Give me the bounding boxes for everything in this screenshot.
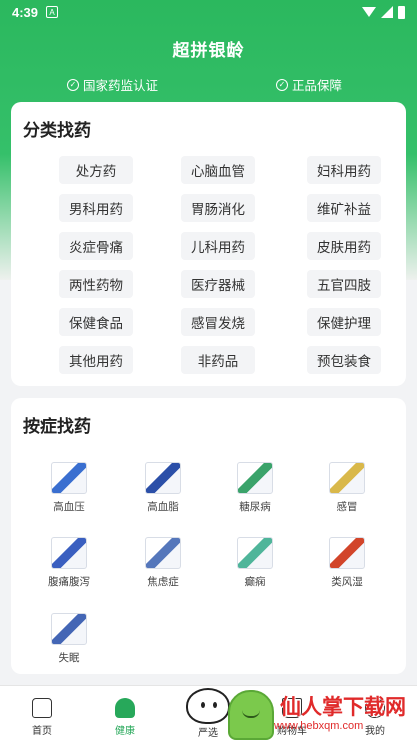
symptom-label: 糖尿病	[239, 501, 271, 513]
category-button[interactable]: 炎症骨痛	[59, 232, 133, 260]
category-button[interactable]: 预包装食	[307, 346, 381, 374]
health-icon	[115, 698, 135, 718]
mascot-icon[interactable]	[186, 688, 230, 724]
category-button[interactable]: 处方药	[59, 156, 133, 184]
category-button[interactable]: 男科用药	[59, 194, 133, 222]
page-title: 超拼银龄	[172, 41, 245, 60]
symptom-item[interactable]: 糖尿病	[218, 462, 292, 514]
nav-health[interactable]: 健康	[95, 690, 155, 737]
medicine-box-icon	[51, 613, 87, 645]
category-button[interactable]: 其他用药	[59, 346, 133, 374]
symptom-item[interactable]: 类风湿	[310, 537, 384, 589]
watermark-text: 仙人掌下载网	[280, 696, 406, 720]
cactus-logo-icon	[228, 689, 274, 740]
symptom-label: 癫痫	[244, 576, 266, 588]
check-circle-icon: ✓	[67, 78, 79, 91]
category-button[interactable]: 维矿补益	[307, 194, 381, 222]
watermark: 仙人掌下载网 www.hebxqm.com	[228, 688, 417, 741]
badge-label: 正品保障	[292, 79, 343, 93]
check-circle-icon: ✓	[276, 78, 288, 91]
category-button[interactable]: 儿科用药	[181, 232, 255, 260]
badge-genuine: ✓ 正品保障	[276, 75, 342, 94]
nav-home[interactable]: 首页	[12, 690, 72, 737]
category-section-title: 分类找药	[23, 121, 91, 140]
category-button[interactable]: 两性药物	[59, 270, 133, 298]
symptom-section-title: 按症找药	[23, 417, 91, 436]
medicine-box-icon	[51, 537, 87, 569]
notification-icon: A	[46, 6, 59, 18]
category-button[interactable]: 保健食品	[59, 308, 133, 336]
category-button[interactable]: 保健护理	[307, 308, 381, 336]
medicine-box-icon	[237, 462, 273, 494]
nav-label: 首页	[32, 726, 52, 737]
watermark-url: www.hebxqm.com	[274, 719, 364, 732]
home-icon	[32, 698, 52, 718]
symptom-item[interactable]: 焦虑症	[126, 537, 200, 589]
medicine-box-icon	[329, 537, 365, 569]
medicine-box-icon	[145, 462, 181, 494]
trust-badges: ✓ 国家药监认证 ✓ 正品保障	[0, 75, 417, 95]
symptom-item[interactable]: 高血压	[32, 462, 106, 514]
symptom-label: 感冒	[336, 501, 358, 513]
badge-certified: ✓ 国家药监认证	[67, 75, 158, 94]
status-bar: 4:39 A	[0, 0, 417, 24]
symptom-label: 类风湿	[331, 576, 363, 588]
symptom-label: 高血压	[53, 501, 85, 513]
symptom-item[interactable]: 感冒	[310, 462, 384, 514]
nav-label: 健康	[115, 726, 135, 737]
category-button[interactable]: 皮肤用药	[307, 232, 381, 260]
symptom-label: 失眠	[58, 652, 80, 664]
symptom-label: 焦虑症	[147, 576, 179, 588]
symptom-item[interactable]: 腹痛腹泻	[32, 537, 106, 589]
status-time: 4:39	[12, 4, 39, 20]
signal-icon	[381, 6, 393, 18]
category-button[interactable]: 医疗器械	[181, 270, 255, 298]
badge-label: 国家药监认证	[83, 79, 159, 93]
category-button[interactable]: 非药品	[181, 346, 255, 374]
category-button[interactable]: 心脑血管	[181, 156, 255, 184]
symptom-item[interactable]: 高血脂	[126, 462, 200, 514]
category-button[interactable]: 胃肠消化	[181, 194, 255, 222]
medicine-box-icon	[329, 462, 365, 494]
symptom-item[interactable]: 失眠	[32, 613, 106, 665]
symptom-item[interactable]: 癫痫	[218, 537, 292, 589]
category-button[interactable]: 五官四肢	[307, 270, 381, 298]
symptom-label: 腹痛腹泻	[48, 576, 90, 588]
symptom-card: 按症找药 高血压 高血脂 糖尿病 感冒腹痛腹泻 焦虑症 癫痫 类风湿失眠	[11, 398, 406, 674]
category-card: 分类找药 处方药 心脑血管 妇科用药男科用药 胃肠消化 维矿补益炎症骨痛 儿科用药 皮肤用药…	[11, 102, 406, 386]
symptom-label: 高血脂	[147, 501, 179, 513]
battery-icon	[398, 5, 405, 19]
category-button[interactable]: 感冒发烧	[181, 308, 255, 336]
wifi-icon	[362, 7, 376, 17]
medicine-box-icon	[145, 537, 181, 569]
medicine-box-icon	[237, 537, 273, 569]
medicine-box-icon	[51, 462, 87, 494]
category-button[interactable]: 妇科用药	[307, 156, 381, 184]
